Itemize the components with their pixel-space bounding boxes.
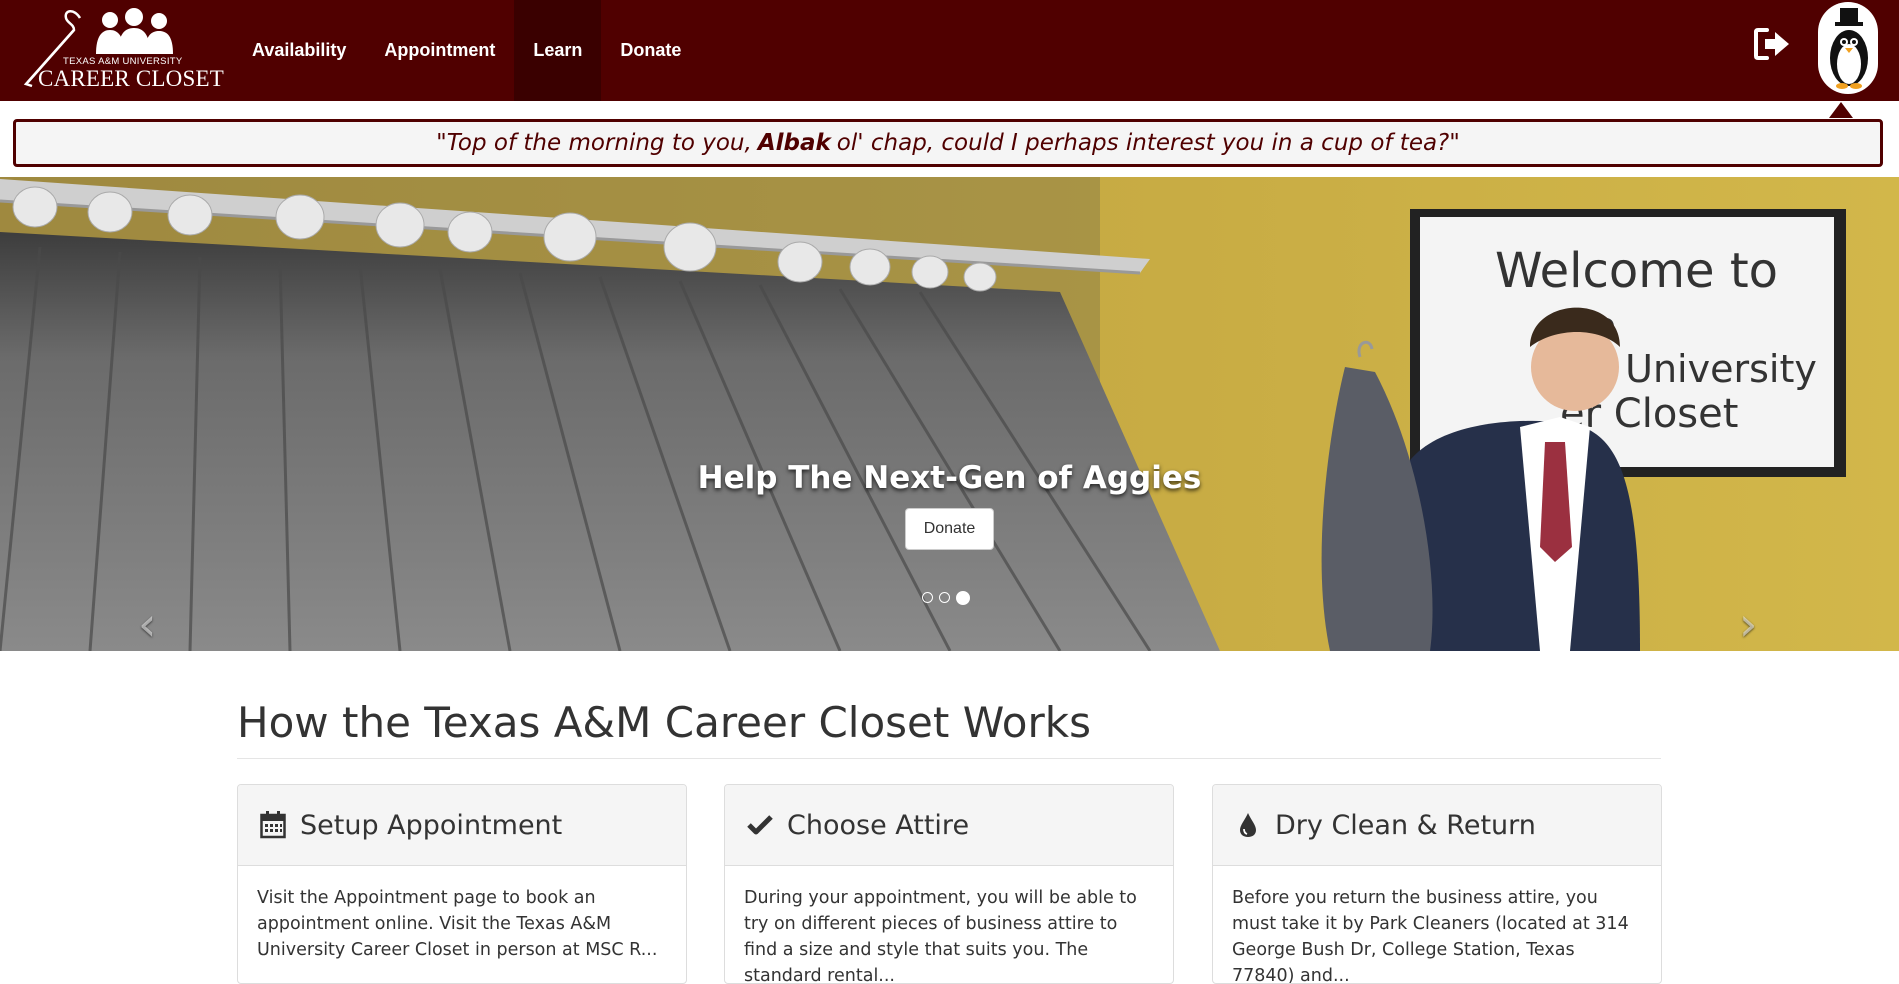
carousel-indicator-1[interactable] [922,592,933,603]
carousel-slide-image: Welcome to the T M University er Closet [0,177,1899,651]
greeting-after: ol' chap, could I perhaps interest you i… [836,130,1460,156]
carousel-indicator-2[interactable] [939,592,950,603]
greeting-banner: "Top of the morning to you, Albak ol' ch… [13,119,1883,167]
nav-learn[interactable]: Learn [514,0,602,101]
panel-setup-appointment: Setup Appointment Visit the Appointment … [237,784,687,984]
calendar-icon [260,811,286,839]
carousel-donate-button[interactable]: Donate [905,508,994,550]
brand-title: CAREER CLOSET [38,66,224,91]
user-avatar[interactable] [1818,2,1878,94]
navbar: TEXAS A&M UNIVERSITY CAREER CLOSET Avail… [0,0,1899,101]
sign-out-icon[interactable] [1753,27,1793,61]
career-closet-logo[interactable]: TEXAS A&M UNIVERSITY CAREER CLOSET [22,4,224,92]
panel-heading: Dry Clean & Return [1213,785,1661,866]
check-icon [747,811,773,839]
panel-heading: Setup Appointment [238,785,686,866]
nav-appointment[interactable]: Appointment [365,0,514,101]
carousel-indicator-3[interactable] [956,591,970,605]
carousel-caption: Help The Next-Gen of Aggies [697,460,1202,496]
greeting-before: "Top of the morning to you, [436,130,752,156]
page-title: How the Texas A&M Career Closet Works [237,698,1091,747]
panel-title: Dry Clean & Return [1275,809,1536,841]
whiteboard-line-1: Welcome to [1495,243,1778,299]
hero-carousel: Welcome to the T M University er Closet … [0,177,1899,651]
greeting-username: Albak [757,130,831,156]
panel-dry-clean-return: Dry Clean & Return Before you return the… [1212,784,1662,984]
nav-donate[interactable]: Donate [601,0,700,101]
panel-choose-attire: Choose Attire During your appointment, y… [724,784,1174,984]
panel-title: Setup Appointment [300,809,563,841]
panel-heading: Choose Attire [725,785,1173,866]
carousel-next-icon[interactable]: › [1739,597,1757,651]
title-divider [237,758,1661,759]
tint-drop-icon [1235,811,1261,839]
panel-title: Choose Attire [787,809,970,841]
avatar-dropdown-caret [1829,102,1853,118]
panel-body: Before you return the business attire, y… [1232,888,1629,984]
carousel-prev-icon[interactable]: ‹ [138,597,156,651]
panel-body: During your appointment, you will be abl… [744,888,1137,984]
penguin-tophat-icon [1830,8,1868,89]
carousel-indicators [922,591,970,605]
main-nav: Availability Appointment Learn Donate [233,0,700,101]
panel-body: Visit the Appointment page to book an ap… [257,888,658,960]
nav-availability[interactable]: Availability [233,0,365,101]
